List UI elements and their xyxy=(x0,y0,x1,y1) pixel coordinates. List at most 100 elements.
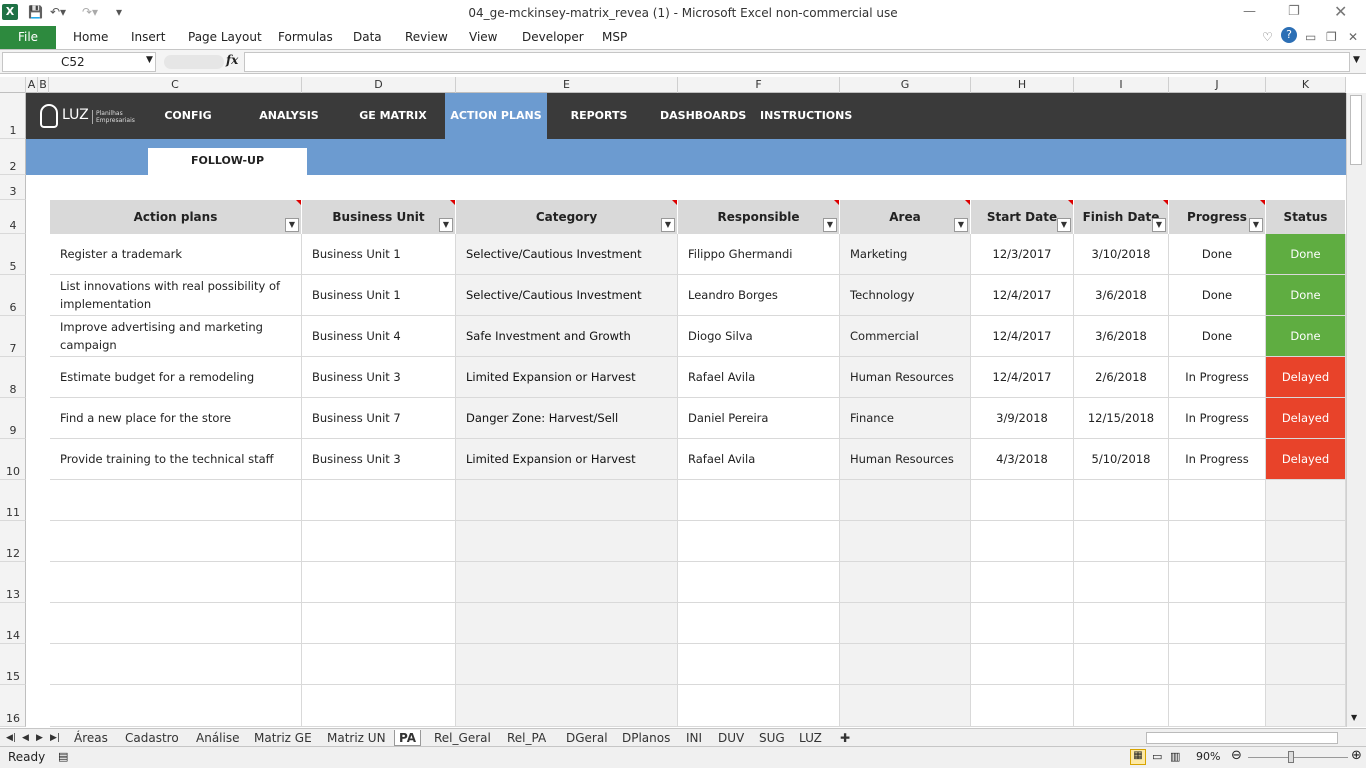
row-header-7[interactable]: 7 xyxy=(0,316,26,357)
cell-finish-date[interactable]: 3/6/2018 xyxy=(1074,316,1169,357)
sheet-tab-sug[interactable]: SUG xyxy=(759,730,785,746)
sheet-tab-rel-geral[interactable]: Rel_Geral xyxy=(434,730,491,746)
cell-area[interactable]: Commercial xyxy=(840,316,971,357)
row-header-6[interactable]: 6 xyxy=(0,275,26,316)
cell-finish-date[interactable]: 5/10/2018 xyxy=(1074,439,1169,480)
expand-formula-icon[interactable]: ▼ xyxy=(1353,55,1360,65)
insert-sheet-icon[interactable]: ✚ xyxy=(840,730,850,746)
cell-progress[interactable] xyxy=(1169,562,1266,603)
workbook-minimize-icon[interactable]: ▭ xyxy=(1305,30,1316,44)
cell-area[interactable]: Technology xyxy=(840,275,971,316)
header-status[interactable]: Status xyxy=(1266,200,1346,234)
tab-developer[interactable]: Developer xyxy=(522,30,584,44)
cell-area[interactable] xyxy=(840,480,971,521)
col-header-h[interactable]: H xyxy=(971,77,1074,93)
col-header-c[interactable]: C xyxy=(49,77,302,93)
cell-start-date[interactable] xyxy=(971,644,1074,685)
select-all-corner[interactable] xyxy=(0,77,26,93)
row-header-5[interactable]: 5 xyxy=(0,234,26,275)
tab-msp[interactable]: MSP xyxy=(602,30,627,44)
macro-record-icon[interactable]: ▤ xyxy=(58,750,68,763)
filter-dropdown-icon[interactable]: ▼ xyxy=(661,218,675,232)
col-header-a[interactable]: A xyxy=(26,77,38,93)
cell-action-plan[interactable] xyxy=(50,685,302,727)
cell-action-plan[interactable]: List innovations with real possibility o… xyxy=(50,275,302,316)
cell-area[interactable] xyxy=(840,521,971,562)
cell-business-unit[interactable] xyxy=(302,603,456,644)
cell-responsible[interactable] xyxy=(678,644,840,685)
row-header-11[interactable]: 11 xyxy=(0,480,26,521)
page-break-view-icon[interactable]: ▥ xyxy=(1170,750,1180,763)
header-business-unit[interactable]: Business Unit ▼ xyxy=(302,200,456,234)
vertical-scrollbar[interactable]: ▼ xyxy=(1346,93,1366,727)
cell-finish-date[interactable] xyxy=(1074,480,1169,521)
cell-status[interactable]: Done xyxy=(1266,275,1346,316)
cell-start-date[interactable] xyxy=(971,562,1074,603)
cell-status[interactable] xyxy=(1266,685,1346,727)
cell-category[interactable]: Limited Expansion or Harvest xyxy=(456,439,678,480)
cell-business-unit[interactable] xyxy=(302,644,456,685)
cell-status[interactable] xyxy=(1266,562,1346,603)
next-sheet-icon[interactable]: ▶ xyxy=(36,730,43,746)
cell-progress[interactable] xyxy=(1169,521,1266,562)
cell-progress[interactable] xyxy=(1169,685,1266,727)
filter-dropdown-icon[interactable]: ▼ xyxy=(285,218,299,232)
cell-business-unit[interactable]: Business Unit 4 xyxy=(302,316,456,357)
cell-progress[interactable] xyxy=(1169,480,1266,521)
cell-start-date[interactable] xyxy=(971,685,1074,727)
cell-finish-date[interactable] xyxy=(1074,521,1169,562)
sheet-tab-dplanos[interactable]: DPlanos xyxy=(622,730,670,746)
cell-responsible[interactable] xyxy=(678,521,840,562)
cell-action-plan[interactable]: Provide training to the technical staff xyxy=(50,439,302,480)
header-responsible[interactable]: Responsible ▼ xyxy=(678,200,840,234)
cell-finish-date[interactable] xyxy=(1074,562,1169,603)
cell-category[interactable]: Safe Investment and Growth xyxy=(456,316,678,357)
name-box-dropdown-icon[interactable]: ▼ xyxy=(146,55,153,65)
cell-action-plan[interactable] xyxy=(50,480,302,521)
sheet-tab-rel-pa[interactable]: Rel_PA xyxy=(507,730,546,746)
cell-start-date[interactable]: 3/9/2018 xyxy=(971,398,1074,439)
zoom-slider[interactable] xyxy=(1248,757,1348,758)
row-header-3[interactable]: 3 xyxy=(0,175,26,200)
cell-progress[interactable]: In Progress xyxy=(1169,357,1266,398)
cell-start-date[interactable] xyxy=(971,521,1074,562)
formula-bar-handle[interactable] xyxy=(164,55,224,69)
zoom-slider-thumb[interactable] xyxy=(1288,751,1294,763)
cell-area[interactable]: Human Resources xyxy=(840,439,971,480)
row-header-9[interactable]: 9 xyxy=(0,398,26,439)
horizontal-scrollbar[interactable] xyxy=(1146,732,1338,744)
zoom-level[interactable]: 90% xyxy=(1196,750,1220,763)
tab-data[interactable]: Data xyxy=(353,30,382,44)
col-header-e[interactable]: E xyxy=(456,77,678,93)
cell-status[interactable] xyxy=(1266,480,1346,521)
nav-ge-matrix[interactable]: GE MATRIX xyxy=(356,93,430,139)
cell-progress[interactable]: Done xyxy=(1169,316,1266,357)
help-icon[interactable]: ? xyxy=(1281,27,1297,43)
minimize-icon[interactable]: — xyxy=(1243,4,1256,19)
sheet-tab-ini[interactable]: INI xyxy=(686,730,702,746)
cell-action-plan[interactable]: Estimate budget for a remodeling xyxy=(50,357,302,398)
cell-responsible[interactable] xyxy=(678,562,840,603)
cell-category[interactable] xyxy=(456,480,678,521)
cell-progress[interactable]: In Progress xyxy=(1169,439,1266,480)
cell-business-unit[interactable] xyxy=(302,521,456,562)
cell-area[interactable]: Finance xyxy=(840,398,971,439)
cell-category[interactable] xyxy=(456,685,678,727)
cell-category[interactable] xyxy=(456,562,678,603)
tab-follow-up[interactable]: FOLLOW-UP xyxy=(148,148,307,175)
filter-dropdown-icon[interactable]: ▼ xyxy=(1249,218,1263,232)
close-icon[interactable]: ✕ xyxy=(1334,2,1347,21)
sheet-tab-cadastro[interactable]: Cadastro xyxy=(125,730,179,746)
cell-status[interactable]: Done xyxy=(1266,234,1346,275)
cell-category[interactable]: Selective/Cautious Investment xyxy=(456,234,678,275)
cell-action-plan[interactable]: Register a trademark xyxy=(50,234,302,275)
cell-area[interactable] xyxy=(840,562,971,603)
filter-dropdown-icon[interactable]: ▼ xyxy=(954,218,968,232)
nav-dashboards[interactable]: DASHBOARDS xyxy=(660,93,746,139)
sheet-tab-analise[interactable]: Análise xyxy=(196,730,239,746)
col-header-b[interactable]: B xyxy=(38,77,49,93)
cell-responsible[interactable] xyxy=(678,685,840,727)
vertical-scroll-thumb[interactable] xyxy=(1350,95,1362,165)
cell-action-plan[interactable] xyxy=(50,644,302,685)
cell-start-date[interactable]: 12/4/2017 xyxy=(971,275,1074,316)
